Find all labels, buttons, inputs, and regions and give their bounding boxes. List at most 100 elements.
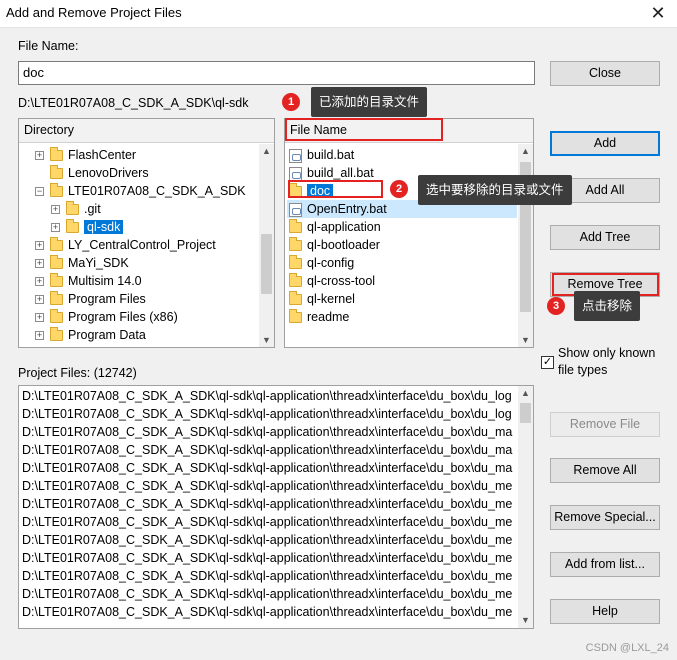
batch-file-icon [289,148,302,163]
directory-item-label: .git [84,202,101,216]
file-list-item-label: build_all.bat [307,166,374,180]
expand-icon[interactable]: + [35,313,44,323]
file-list-item-label: ql-bootloader [307,238,380,252]
checkbox-label-line1: Show only known [558,346,656,360]
scroll-down-icon[interactable]: ▼ [518,613,533,628]
expand-icon[interactable]: + [35,259,44,269]
directory-item[interactable]: + Program Data [35,326,146,344]
add-button[interactable]: Add [550,131,660,156]
folder-icon [289,291,302,306]
project-file-row[interactable]: D:\LTE01R07A08_C_SDK_A_SDK\ql-sdk\ql-app… [22,423,512,441]
directory-item[interactable]: + LY_CentralControl_Project [35,236,216,254]
directory-header[interactable]: Directory [19,119,274,143]
directory-scrollbar[interactable]: ▲ ▼ [259,144,274,347]
add-from-list-button[interactable]: Add from list... [550,552,660,577]
scroll-up-icon[interactable]: ▲ [259,144,274,159]
file-list-item[interactable]: ql-application [287,218,517,236]
scroll-thumb[interactable] [261,234,272,294]
expand-icon[interactable]: + [51,205,60,215]
file-list-item-label: readme [307,310,350,324]
watermark: CSDN @LXL_24 [585,642,669,654]
close-icon[interactable]: ✕ [647,2,669,24]
file-list-item[interactable]: ql-kernel [287,290,517,308]
file-list-item-label: ql-cross-tool [307,274,376,288]
file-list-item[interactable]: build.bat [287,146,517,164]
collapse-icon[interactable]: − [35,187,44,197]
folder-icon [50,255,63,270]
annotation-callout-3: 点击移除 [574,291,641,321]
remove-all-button[interactable]: Remove All [550,458,660,483]
file-list-item-label: OpenEntry.bat [307,202,387,216]
file-list-item[interactable]: ql-bootloader [287,236,517,254]
file-list-item[interactable]: ql-config [287,254,517,272]
help-button[interactable]: Help [550,599,660,624]
file-name-label: File Name: [18,39,79,53]
annotation-box-doc [288,180,383,198]
project-file-row[interactable]: D:\LTE01R07A08_C_SDK_A_SDK\ql-sdk\ql-app… [22,513,512,531]
project-file-row[interactable]: D:\LTE01R07A08_C_SDK_A_SDK\ql-sdk\ql-app… [22,405,512,423]
add-tree-button[interactable]: Add Tree [550,225,660,250]
file-list-item[interactable]: ql-cross-tool [287,272,517,290]
directory-tree[interactable]: Directory + FlashCenter LenovoDrivers − LTE0… [18,118,275,348]
file-list[interactable]: File Name build.bat build_all.bat doc OpenE… [284,118,534,348]
title-bar: Add and Remove Project Files ✕ [0,0,677,28]
project-file-row[interactable]: D:\LTE01R07A08_C_SDK_A_SDK\ql-sdk\ql-app… [22,585,512,603]
file-list-item-label: ql-config [307,256,355,270]
directory-item[interactable]: + Program Files [35,290,146,308]
project-file-row[interactable]: D:\LTE01R07A08_C_SDK_A_SDK\ql-sdk\ql-app… [22,441,512,459]
scroll-up-icon[interactable]: ▲ [518,386,533,401]
window-title: Add and Remove Project Files [6,5,182,20]
project-file-row[interactable]: D:\LTE01R07A08_C_SDK_A_SDK\ql-sdk\ql-app… [22,387,512,405]
directory-item[interactable]: + .git [51,200,101,218]
file-name-value: doc [23,65,44,80]
expand-icon[interactable]: + [51,223,60,233]
folder-icon [66,201,79,216]
checkbox-label-line2: file types [558,363,608,377]
scroll-up-icon[interactable]: ▲ [518,144,533,159]
directory-item[interactable]: − LTE01R07A08_C_SDK_A_SDK [35,182,246,200]
directory-item[interactable]: + FlashCenter [35,146,136,164]
folder-icon [289,255,302,270]
batch-file-icon [289,166,302,181]
project-file-row[interactable]: D:\LTE01R07A08_C_SDK_A_SDK\ql-sdk\ql-app… [22,603,512,621]
directory-item-label: LY_CentralControl_Project [68,238,216,252]
scroll-down-icon[interactable]: ▼ [259,333,274,347]
project-files-list[interactable]: D:\LTE01R07A08_C_SDK_A_SDK\ql-sdk\ql-app… [18,385,534,629]
close-button[interactable]: Close [550,61,660,86]
file-list-item-label: ql-kernel [307,292,355,306]
project-file-row[interactable]: D:\LTE01R07A08_C_SDK_A_SDK\ql-sdk\ql-app… [22,567,512,585]
project-file-row[interactable]: D:\LTE01R07A08_C_SDK_A_SDK\ql-sdk\ql-app… [22,495,512,513]
folder-icon [50,147,63,162]
annotation-box-header [285,118,443,141]
file-list-item-label: ql-application [307,220,381,234]
project-file-row[interactable]: D:\LTE01R07A08_C_SDK_A_SDK\ql-sdk\ql-app… [22,549,512,567]
expand-icon[interactable]: + [35,331,44,341]
file-list-item[interactable]: readme [287,308,517,326]
directory-item[interactable]: + Multisim 14.0 [35,272,142,290]
folder-icon [50,327,63,342]
folder-icon [289,309,302,324]
directory-item[interactable]: + ql-sdk [51,218,124,236]
directory-item[interactable]: LenovoDrivers [35,164,149,182]
directory-item[interactable]: + Program Files (x86) [35,308,178,326]
expand-icon[interactable]: + [35,295,44,305]
expand-icon[interactable]: + [35,241,44,251]
scroll-thumb[interactable] [520,403,531,423]
directory-item[interactable]: + MaYi_SDK [35,254,129,272]
remove-file-button[interactable]: Remove File [550,412,660,437]
folder-icon [50,273,63,288]
project-file-row[interactable]: D:\LTE01R07A08_C_SDK_A_SDK\ql-sdk\ql-app… [22,531,512,549]
known-types-checkbox[interactable]: ✓ [541,356,554,369]
annotation-callout-2: 选中要移除的目录或文件 [418,175,572,205]
batch-file-icon [289,202,302,217]
file-name-input[interactable]: doc [18,61,535,85]
project-file-row[interactable]: D:\LTE01R07A08_C_SDK_A_SDK\ql-sdk\ql-app… [22,459,512,477]
project-files-scrollbar[interactable]: ▲ ▼ [518,386,533,628]
scroll-down-icon[interactable]: ▼ [518,333,533,347]
directory-item-label: LenovoDrivers [68,166,149,180]
expand-icon[interactable]: + [35,151,44,161]
project-file-row[interactable]: D:\LTE01R07A08_C_SDK_A_SDK\ql-sdk\ql-app… [22,477,512,495]
remove-special-button[interactable]: Remove Special... [550,505,660,530]
folder-icon [66,219,79,234]
expand-icon[interactable]: + [35,277,44,287]
